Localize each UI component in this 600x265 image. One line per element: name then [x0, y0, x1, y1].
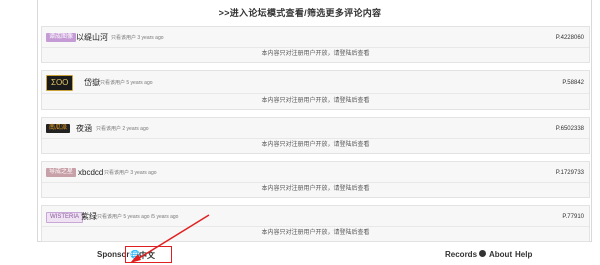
- arrow-head: [130, 254, 141, 263]
- arrow-line: [135, 214, 210, 261]
- annotation-arrow: [130, 214, 210, 263]
